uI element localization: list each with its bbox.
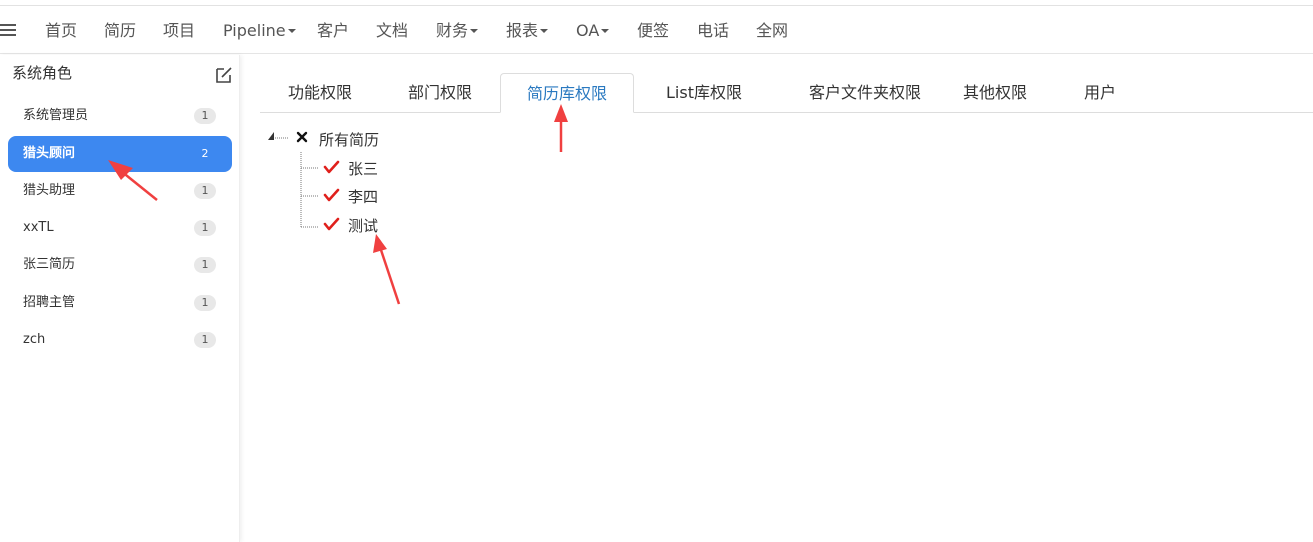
edit-icon[interactable] [214,65,234,85]
role-count-badge: 1 [194,220,216,236]
role-label: 猎头顾问 [23,146,76,161]
tab-users[interactable]: 用户 [1060,73,1140,113]
role-count-badge: 1 [194,257,216,273]
role-count-badge: 1 [194,108,216,124]
nav-finance[interactable]: 财务 [436,7,479,54]
role-item-assistant[interactable]: 猎头助理 1 [8,173,232,209]
role-label: xxTL [23,220,54,235]
role-label: 张三简历 [23,257,76,272]
role-count-badge: 1 [194,183,216,199]
tab-other-permissions[interactable]: 其他权限 [950,73,1040,113]
nav-oa[interactable]: OA [576,7,610,54]
tab-list-library-permissions[interactable]: List库权限 [644,73,764,113]
tree-root-label[interactable]: 所有简历 [319,129,379,150]
uncheck-x-icon[interactable] [296,131,308,143]
top-border [0,0,1313,6]
role-item-xxtl[interactable]: xxTL 1 [8,210,232,246]
role-item-zhangsan-resume[interactable]: 张三简历 1 [8,247,232,283]
nav-phone[interactable]: 电话 [697,7,729,54]
top-navbar: 首页 简历 项目 Pipeline 客户 文档 财务 报表 OA 便签 电话 全… [0,7,1313,54]
role-label: 猎头助理 [23,183,76,198]
caret-down-icon [287,28,296,33]
role-item-recruit-manager[interactable]: 招聘主管 1 [8,285,232,321]
check-icon[interactable] [323,188,340,202]
nav-notes[interactable]: 便签 [637,7,669,54]
tree-node-label[interactable]: 张三 [348,158,378,179]
tab-function-permissions[interactable]: 功能权限 [260,73,380,113]
role-label: 招聘主管 [23,295,76,310]
nav-pipeline[interactable]: Pipeline [223,7,296,54]
tab-client-folder-permissions[interactable]: 客户文件夹权限 [780,73,950,113]
tree-node-label[interactable]: 测试 [348,215,378,236]
nav-resume[interactable]: 简历 [104,7,136,54]
nav-docs[interactable]: 文档 [376,7,408,54]
check-icon[interactable] [323,160,340,174]
check-icon[interactable] [323,217,340,231]
nav-reports[interactable]: 报表 [506,7,549,54]
role-item-headhunter[interactable]: 猎头顾问 2 [8,136,232,172]
role-label: 系统管理员 [23,108,89,123]
tab-resume-library-permissions[interactable]: 简历库权限 [500,73,634,113]
sidebar-title: 系统角色 [12,64,73,82]
nav-home[interactable]: 首页 [45,7,77,54]
nav-project[interactable]: 项目 [163,7,195,54]
tab-department-permissions[interactable]: 部门权限 [380,73,500,113]
role-count-badge: 1 [194,295,216,311]
caret-down-icon [470,28,479,33]
tree-lines [268,131,340,231]
menu-icon[interactable] [0,24,16,38]
permission-tabs: 功能权限 部门权限 简历库权限 List库权限 客户文件夹权限 其他权限 用户 [260,73,1313,113]
role-count-badge: 1 [194,332,216,348]
role-item-admin[interactable]: 系统管理员 1 [8,98,232,134]
resume-permission-tree: 所有简历 张三 李四 测试 [266,124,566,244]
role-label: zch [23,332,46,347]
nav-network[interactable]: 全网 [756,7,788,54]
tree-node-label[interactable]: 李四 [348,186,378,207]
nav-client[interactable]: 客户 [317,7,349,54]
caret-down-icon [601,28,610,33]
tree-collapse-icon[interactable] [268,132,274,140]
role-count-badge: 2 [201,147,209,160]
caret-down-icon [540,28,549,33]
role-sidebar: 系统角色 系统管理员 1 猎头顾问 2 猎头助理 1 xxTL 1 张三简历 1… [0,55,240,542]
role-item-zch[interactable]: zch 1 [8,322,232,358]
annotation-arrow-tree [373,234,401,305]
